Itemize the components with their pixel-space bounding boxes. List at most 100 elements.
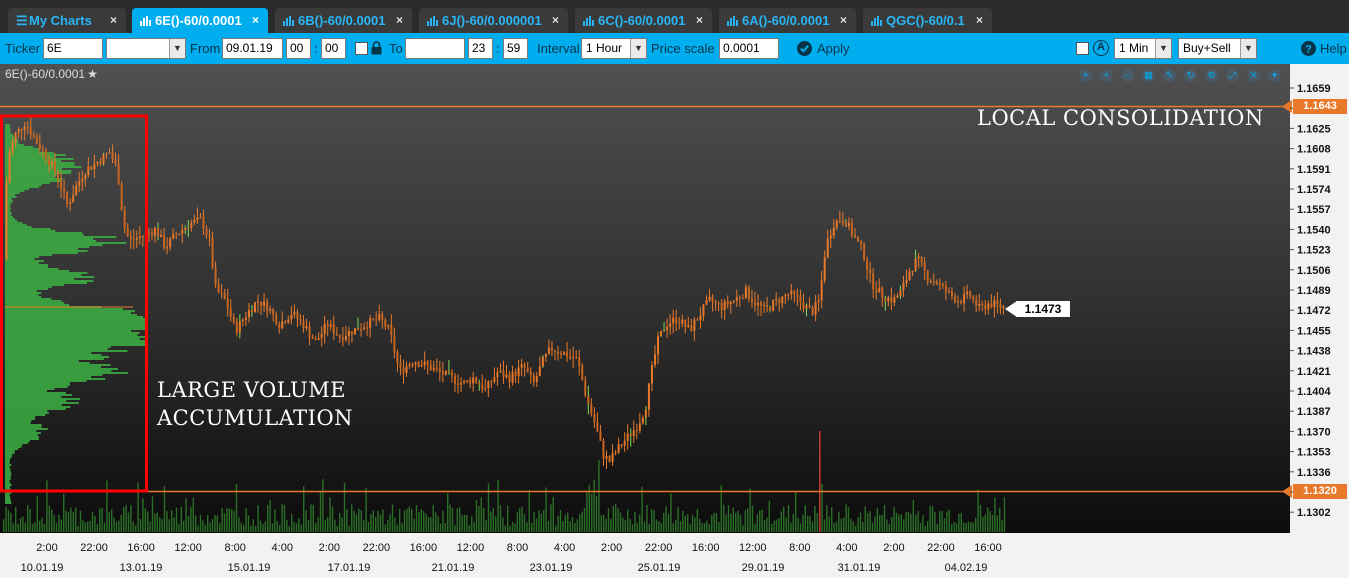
close-icon[interactable]: × xyxy=(396,8,403,33)
time-tick-label: 12:00 xyxy=(174,542,202,554)
tab-my-charts[interactable]: ☰My Charts × xyxy=(8,8,126,33)
candle-body xyxy=(414,362,417,365)
candle-body xyxy=(293,311,296,315)
candle-body xyxy=(369,318,372,329)
profile-bar xyxy=(5,276,95,278)
candle-body xyxy=(487,381,490,389)
timeframe-select-value: 1 Min xyxy=(1119,41,1149,55)
candle-body xyxy=(878,287,881,293)
volume-bar xyxy=(331,506,334,532)
volume-bar xyxy=(271,523,274,532)
volume-bar xyxy=(291,513,293,532)
candle-body xyxy=(781,296,784,304)
settings-icon[interactable]: ⚙ xyxy=(1205,69,1218,82)
tab-6j[interactable]: 6J()-60/0.000001 × xyxy=(419,8,568,33)
interval-select[interactable]: 1 Hour ▼ xyxy=(581,38,647,59)
from-minute-input[interactable]: 00 xyxy=(321,38,346,59)
price-chart[interactable]: 1.1659 1.1625 1.1608 1.1591 1.1574 1.1557 1.15… xyxy=(0,64,1349,578)
pencil-icon[interactable]: ✎ xyxy=(1163,69,1176,82)
volume-bar xyxy=(735,512,737,532)
volume-bar xyxy=(783,506,785,532)
apply-button[interactable]: Apply xyxy=(796,33,854,64)
volume-bar xyxy=(886,519,888,532)
grid-icon[interactable]: ▦ xyxy=(1142,69,1155,82)
candle-body xyxy=(572,356,575,359)
star-icon[interactable]: ★ xyxy=(87,67,98,81)
ticker-select[interactable]: ▼ xyxy=(106,38,186,59)
close-icon[interactable]: × xyxy=(696,8,703,33)
to-minute-input[interactable]: 59 xyxy=(503,38,528,59)
side-select[interactable]: Buy+Sell ▼ xyxy=(1178,38,1257,59)
candle-body xyxy=(750,298,753,302)
profile-bar xyxy=(5,406,71,408)
zoom-fit-icon[interactable]: ⌖ xyxy=(1079,69,1092,82)
candle-body xyxy=(105,153,108,155)
popout-icon[interactable]: ⤢ xyxy=(1226,69,1239,82)
candle-body xyxy=(538,366,541,377)
profile-bar xyxy=(5,326,145,328)
volume-bar xyxy=(912,499,914,532)
candle-body xyxy=(923,262,926,271)
volume-bar xyxy=(823,519,826,532)
help-button[interactable]: ? Help xyxy=(1300,33,1348,64)
profile-bar xyxy=(5,476,11,478)
close-icon[interactable]: ✕ xyxy=(1247,69,1260,82)
volume-bar xyxy=(463,514,466,532)
candle-body xyxy=(993,300,996,308)
volume-bar xyxy=(903,519,905,532)
zoom-in-icon[interactable]: + xyxy=(1100,69,1113,82)
from-date-input[interactable]: 09.01.19 xyxy=(222,38,283,59)
volume-bar xyxy=(559,509,562,532)
volume-bar xyxy=(125,505,127,532)
auto-checkbox[interactable] xyxy=(1076,42,1089,55)
close-icon[interactable]: × xyxy=(976,8,983,33)
profile-bar xyxy=(5,380,87,382)
close-icon[interactable]: × xyxy=(840,8,847,33)
candle-body xyxy=(78,181,81,186)
candle-body xyxy=(84,174,87,180)
zoom-out-icon[interactable]: − xyxy=(1121,69,1134,82)
close-icon[interactable]: × xyxy=(252,8,259,33)
timeframe-select[interactable]: 1 Min ▼ xyxy=(1114,38,1172,59)
candle-body xyxy=(175,234,178,236)
price-scale-input[interactable]: 0.0001 xyxy=(719,38,779,59)
profile-bar xyxy=(5,232,83,234)
refresh-icon[interactable]: ↻ xyxy=(1184,69,1197,82)
chart-area[interactable]: 1.1659 1.1625 1.1608 1.1591 1.1574 1.1557 1.15… xyxy=(0,64,1349,578)
tab-6a[interactable]: 6A()-60/0.0001 × xyxy=(719,8,856,33)
close-icon[interactable]: × xyxy=(552,8,559,33)
tab-6c[interactable]: 6C()-60/0.0001 × xyxy=(575,8,712,33)
candle-body xyxy=(314,338,317,340)
ticker-input[interactable]: 6E xyxy=(43,38,103,59)
from-hour-input[interactable]: 00 xyxy=(286,38,311,59)
volume-bar xyxy=(51,509,53,532)
tab-qgc[interactable]: QGC()-60/0.1 × xyxy=(863,8,992,33)
volume-bar xyxy=(591,493,593,532)
volume-bar xyxy=(226,508,228,532)
close-icon[interactable]: × xyxy=(110,8,117,33)
profile-bar xyxy=(5,434,38,436)
candle-body xyxy=(184,227,187,230)
volume-bar xyxy=(466,514,468,532)
volume-bar xyxy=(535,518,538,532)
volume-bar xyxy=(826,505,828,532)
candle-body xyxy=(581,365,584,380)
lock-checkbox[interactable] xyxy=(355,42,368,55)
profile-bar xyxy=(5,340,145,342)
candle-body xyxy=(641,417,644,424)
menu-icon[interactable]: ▾ xyxy=(1268,69,1281,82)
apply-label: Apply xyxy=(817,41,850,56)
volume-bar xyxy=(394,517,396,532)
volume-bar xyxy=(684,515,686,532)
candle-body xyxy=(605,455,608,459)
tab-6b[interactable]: 6B()-60/0.0001 × xyxy=(275,8,412,33)
candle-body xyxy=(41,149,44,151)
lower-level-label: 1.1320 xyxy=(1293,484,1347,499)
tab-6e[interactable]: 6E()-60/0.0001 × xyxy=(132,8,268,33)
candle-body xyxy=(872,273,875,290)
to-date-input[interactable] xyxy=(405,38,465,59)
candle-body xyxy=(890,297,893,303)
to-hour-input[interactable]: 23 xyxy=(468,38,493,59)
volume-bar xyxy=(526,522,528,532)
auto-icon[interactable]: A xyxy=(1093,40,1109,56)
